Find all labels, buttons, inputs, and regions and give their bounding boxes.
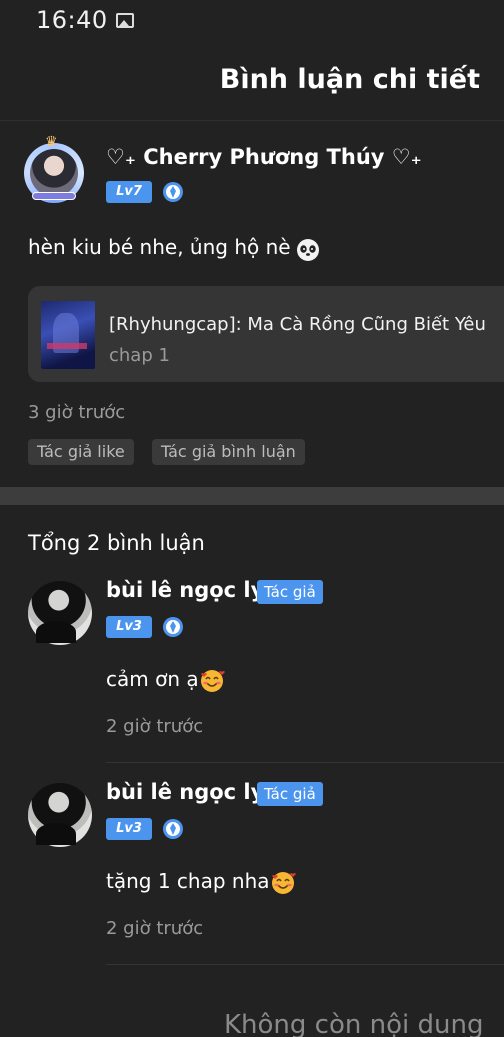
reply-text: tặng 1 chap nha [106, 869, 296, 896]
image-icon [116, 13, 134, 28]
page-title: Bình luận chi tiết [219, 64, 480, 95]
panda-face-icon [295, 237, 320, 261]
comments-count-heading: Tổng 2 bình luận [28, 531, 205, 555]
avatar[interactable] [28, 581, 92, 645]
screen: 16:40 Bình luận chi tiết ♛ ♡₊ Cherry Phư… [0, 0, 504, 1037]
comment-text: hèn kiu bé nhe, ủng hộ nè [28, 235, 321, 262]
status-bar: 16:40 [0, 0, 504, 44]
reply-item: bùi lê ngọc ly Tác giả Lv3 tặng 1 chap n… [0, 763, 504, 965]
tag-author-like: Tác giả like [28, 439, 134, 465]
reply-text-content: cảm ơn ạ [106, 667, 199, 691]
poster-avatar[interactable]: ♛ [24, 134, 84, 203]
tag-author-comment: Tác giả bình luận [152, 439, 305, 465]
reply-author-name[interactable]: bùi lê ngọc ly [106, 780, 264, 804]
story-chapter: chap 1 [109, 345, 170, 366]
level-badge: Lv3 [106, 616, 152, 638]
author-badge: Tác giả [257, 782, 323, 806]
poster-name[interactable]: ♡₊ Cherry Phương Thúy ♡₊ [106, 145, 422, 169]
level-badge: Lv7 [106, 181, 152, 203]
end-of-content-text: Không còn nội dung [224, 1010, 484, 1037]
comment-time: 3 giờ trước [28, 402, 126, 423]
verified-shield-icon [163, 819, 183, 839]
main-comment: ♛ ♡₊ Cherry Phương Thúy ♡₊ Lv7 hèn kiu b… [0, 121, 504, 487]
avatar-image [30, 149, 78, 197]
avatar[interactable] [28, 783, 92, 847]
author-badge: Tác giả [257, 580, 323, 604]
verified-shield-icon [163, 617, 183, 637]
story-card[interactable]: [Rhyhungcap]: Ma Cà Rồng Cũng Biết Yêu c… [28, 286, 504, 382]
status-time: 16:40 [36, 6, 108, 34]
avatar-banner [32, 192, 76, 200]
level-badge: Lv3 [106, 818, 152, 840]
reply-time: 2 giờ trước [106, 918, 204, 939]
story-cover [41, 301, 95, 369]
smiling-face-with-hearts-icon [200, 669, 225, 692]
story-title: [Rhyhungcap]: Ma Cà Rồng Cũng Biết Yêu [109, 314, 486, 335]
header: Bình luận chi tiết [0, 44, 504, 121]
crown-icon: ♛ [45, 134, 58, 150]
reply-separator [106, 964, 504, 965]
section-divider [0, 487, 504, 505]
reply-author-name[interactable]: bùi lê ngọc ly [106, 578, 264, 602]
reply-text: cảm ơn ạ [106, 667, 225, 694]
smiling-face-with-hearts-icon [271, 871, 296, 894]
reply-text-content: tặng 1 chap nha [106, 869, 270, 893]
comment-text-content: hèn kiu bé nhe, ủng hộ nè [28, 235, 291, 259]
reply-item: bùi lê ngọc ly Tác giả Lv3 cảm ơn ạ 2 gi… [0, 561, 504, 763]
reply-time: 2 giờ trước [106, 716, 204, 737]
verified-shield-icon [163, 182, 183, 202]
